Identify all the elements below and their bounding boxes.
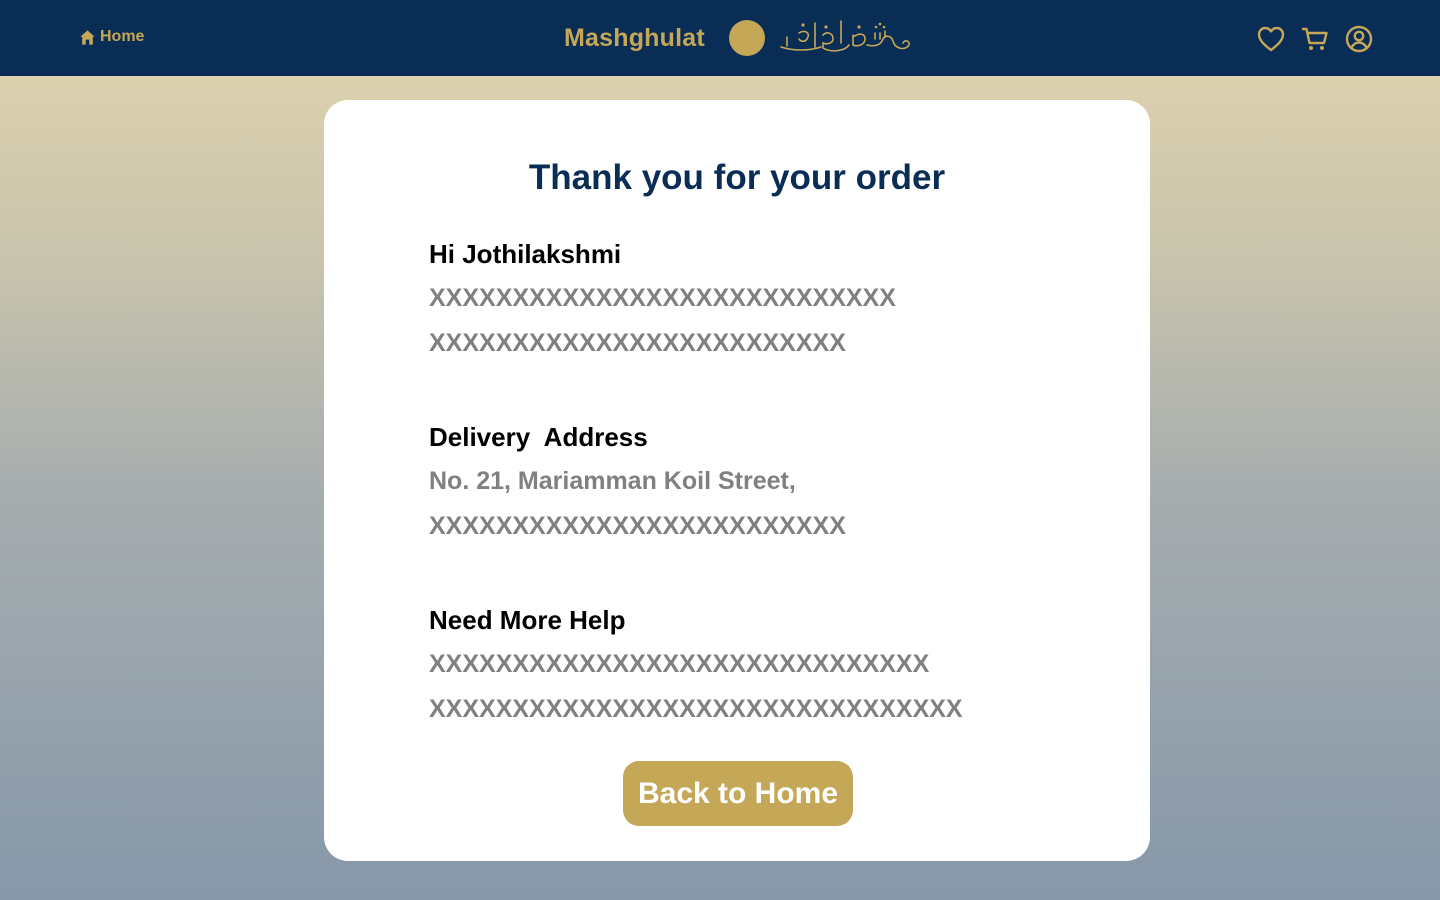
user-icon[interactable] — [1344, 24, 1374, 54]
greeting-line: XXXXXXXXXXXXXXXXXXXXXXXXX — [429, 329, 846, 357]
greeting-heading: Hi Jothilakshmi — [429, 239, 622, 269]
help-heading: Need More Help — [429, 605, 626, 635]
brand-emblem — [728, 20, 765, 56]
back-to-home-button[interactable]: Back to Home — [623, 761, 853, 826]
greeting-line: XXXXXXXXXXXXXXXXXXXXXXXXXXXX — [429, 284, 896, 312]
address-line: No. 21, Mariamman Koil Street, — [429, 467, 796, 495]
brand-arabic-calligraphy — [780, 20, 910, 52]
help-line: XXXXXXXXXXXXXXXXXXXXXXXXXXXXXXXX — [429, 695, 963, 723]
cart-icon[interactable] — [1300, 24, 1330, 54]
greeting-section: Hi Jothilakshmi XXXXXXXXXXXXXXXXXXXXXXXX… — [429, 238, 1109, 366]
home-link-label: Home — [100, 28, 145, 45]
top-navigation-bar: Home Mashghulat — [0, 0, 1440, 76]
delivery-address-section: Delivery Address No. 21, Mariamman Koil … — [429, 421, 1109, 549]
help-line: XXXXXXXXXXXXXXXXXXXXXXXXXXXXXX — [429, 650, 930, 678]
page-title: Thank you for your order — [528, 158, 946, 197]
top-icons-group — [1256, 24, 1374, 54]
heart-icon[interactable] — [1256, 24, 1286, 54]
help-section: Need More Help XXXXXXXXXXXXXXXXXXXXXXXXX… — [429, 604, 1109, 732]
address-line: XXXXXXXXXXXXXXXXXXXXXXXXX — [429, 512, 846, 540]
brand-name: Mashghulat — [564, 23, 705, 52]
home-icon — [79, 29, 96, 46]
home-link[interactable]: Home — [79, 28, 144, 46]
delivery-address-heading: Delivery Address — [429, 422, 648, 452]
brand-logo[interactable]: Mashghulat — [564, 15, 911, 61]
order-confirmation-card: Thank you for your order Hi Jothilakshmi… — [324, 100, 1150, 861]
